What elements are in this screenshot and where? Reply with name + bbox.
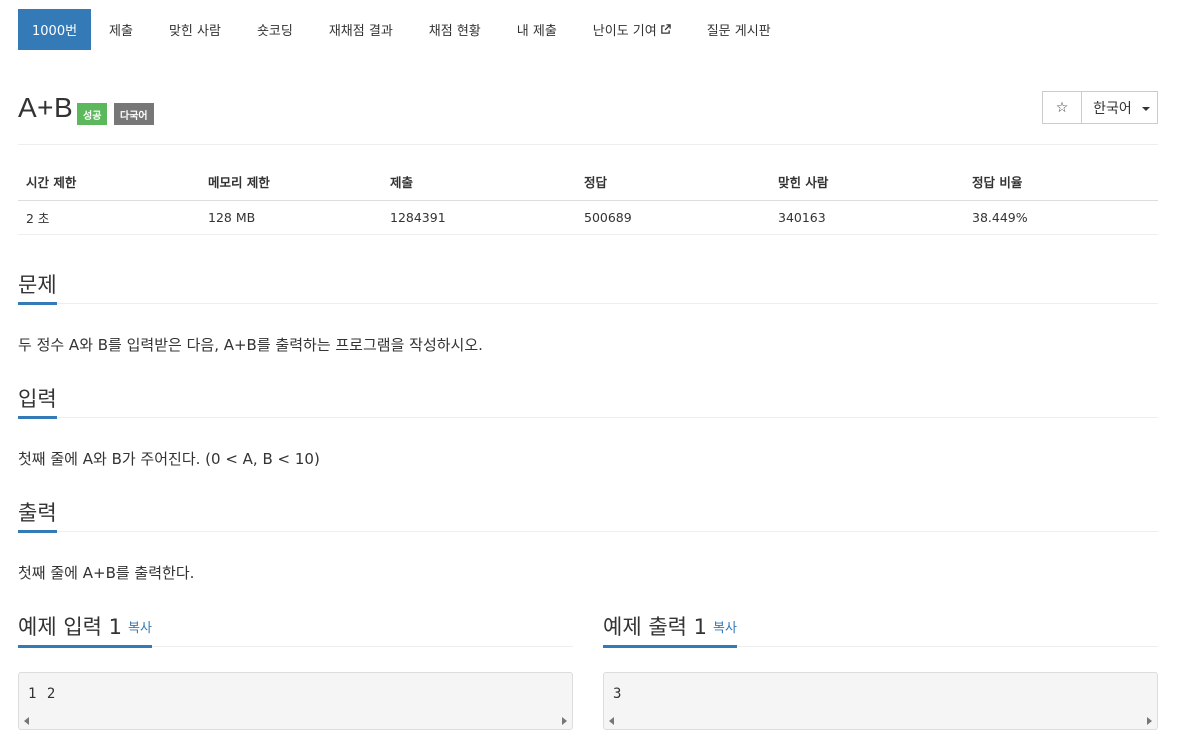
scroll-left-icon[interactable] — [24, 717, 29, 725]
language-dropdown[interactable]: 한국어 — [1082, 91, 1158, 124]
table-header-row: 시간 제한 메모리 제한 제출 정답 맞힌 사람 정답 비율 — [18, 164, 1158, 201]
input-text: 첫째 줄에 A와 B가 주어진다. (0 < A, B < 10) — [18, 450, 320, 468]
input-section-head: 입력 — [18, 382, 1158, 419]
sample-input-box[interactable]: 1 2 — [18, 672, 573, 730]
tab-problem[interactable]: 1000번 — [18, 9, 92, 50]
header-memory-limit: 메모리 제한 — [200, 164, 382, 201]
external-link-icon — [660, 24, 671, 34]
output-section-head: 출력 — [18, 496, 1158, 533]
sample-output-box[interactable]: 3 — [603, 672, 1158, 730]
scroll-right-icon[interactable] — [1147, 717, 1152, 725]
copy-sample-output-button[interactable]: 복사 — [713, 621, 737, 636]
tab-question-board[interactable]: 질문 게시판 — [689, 9, 789, 50]
sample-input-scrollbar[interactable] — [19, 713, 572, 729]
language-label: 한국어 — [1093, 100, 1132, 117]
value-solved-users: 340163 — [770, 200, 964, 235]
scroll-left-icon[interactable] — [609, 717, 614, 725]
sample-output-scrollbar[interactable] — [604, 713, 1157, 729]
sample-input-heading: 예제 입력 1 복사 — [18, 617, 152, 648]
scroll-right-icon[interactable] — [562, 717, 567, 725]
input-heading: 입력 — [18, 389, 57, 419]
problem-title: A+B — [18, 92, 74, 123]
header-submissions: 제출 — [382, 164, 576, 201]
sample-input-head: 예제 입력 1 복사 — [18, 606, 573, 648]
table-row: 2 초 128 MB 1284391 500689 340163 38.449% — [18, 200, 1158, 235]
description-text: 두 정수 A와 B를 입력받은 다음, A+B를 출력하는 프로그램을 작성하시… — [18, 336, 483, 354]
favorite-button[interactable]: ☆ — [1042, 91, 1082, 124]
tab-my-submissions[interactable]: 내 제출 — [499, 9, 575, 50]
sample-input-title: 예제 입력 1 — [18, 615, 122, 639]
tab-judge-status[interactable]: 채점 현황 — [411, 9, 499, 50]
sample-output-content: 3 — [613, 686, 623, 702]
value-submissions: 1284391 — [382, 200, 576, 235]
tab-difficulty-contribution[interactable]: 난이도 기여 — [575, 9, 689, 50]
multilang-badge: 다국어 — [114, 103, 154, 125]
sample-output-head: 예제 출력 1 복사 — [603, 606, 1158, 648]
sample-output-section: 예제 출력 1 복사 3 — [603, 606, 1158, 730]
header-time-limit: 시간 제한 — [18, 164, 200, 201]
star-icon: ☆ — [1055, 99, 1069, 116]
problem-info-table: 시간 제한 메모리 제한 제출 정답 맞힌 사람 정답 비율 2 초 128 M… — [18, 164, 1158, 235]
problem-header: A+B 성공 다국어 ☆ 한국어 — [18, 88, 1158, 145]
sample-input-content: 1 2 — [28, 686, 57, 702]
sample-output-title: 예제 출력 1 — [603, 615, 707, 639]
tab-submit[interactable]: 제출 — [91, 9, 151, 50]
description-section-head: 문제 — [18, 268, 1158, 305]
output-text: 첫째 줄에 A+B를 출력한다. — [18, 564, 195, 582]
sample-input-section: 예제 입력 1 복사 1 2 — [18, 606, 573, 730]
value-accept-rate: 38.449% — [964, 200, 1158, 235]
output-heading: 출력 — [18, 503, 57, 533]
tab-solved-users[interactable]: 맞힌 사람 — [151, 9, 239, 50]
tab-short-coding[interactable]: 숏코딩 — [239, 9, 311, 50]
header-accept-rate: 정답 비율 — [964, 164, 1158, 201]
tab-difficulty-label: 난이도 기여 — [592, 24, 657, 39]
value-memory-limit: 128 MB — [200, 200, 382, 235]
value-accepted: 500689 — [576, 200, 770, 235]
problem-nav: 1000번 제출 맞힌 사람 숏코딩 재채점 결과 채점 현황 내 제출 난이도… — [18, 9, 789, 50]
description-heading: 문제 — [18, 275, 57, 305]
tab-rejudge-results[interactable]: 재채점 결과 — [311, 9, 411, 50]
header-solved-users: 맞힌 사람 — [770, 164, 964, 201]
sample-output-heading: 예제 출력 1 복사 — [603, 617, 737, 648]
caret-down-icon — [1141, 106, 1150, 111]
value-time-limit: 2 초 — [18, 200, 200, 235]
success-badge: 성공 — [77, 103, 108, 125]
header-accepted: 정답 — [576, 164, 770, 201]
problem-actions: ☆ 한국어 — [1042, 91, 1158, 124]
copy-sample-input-button[interactable]: 복사 — [128, 621, 152, 636]
